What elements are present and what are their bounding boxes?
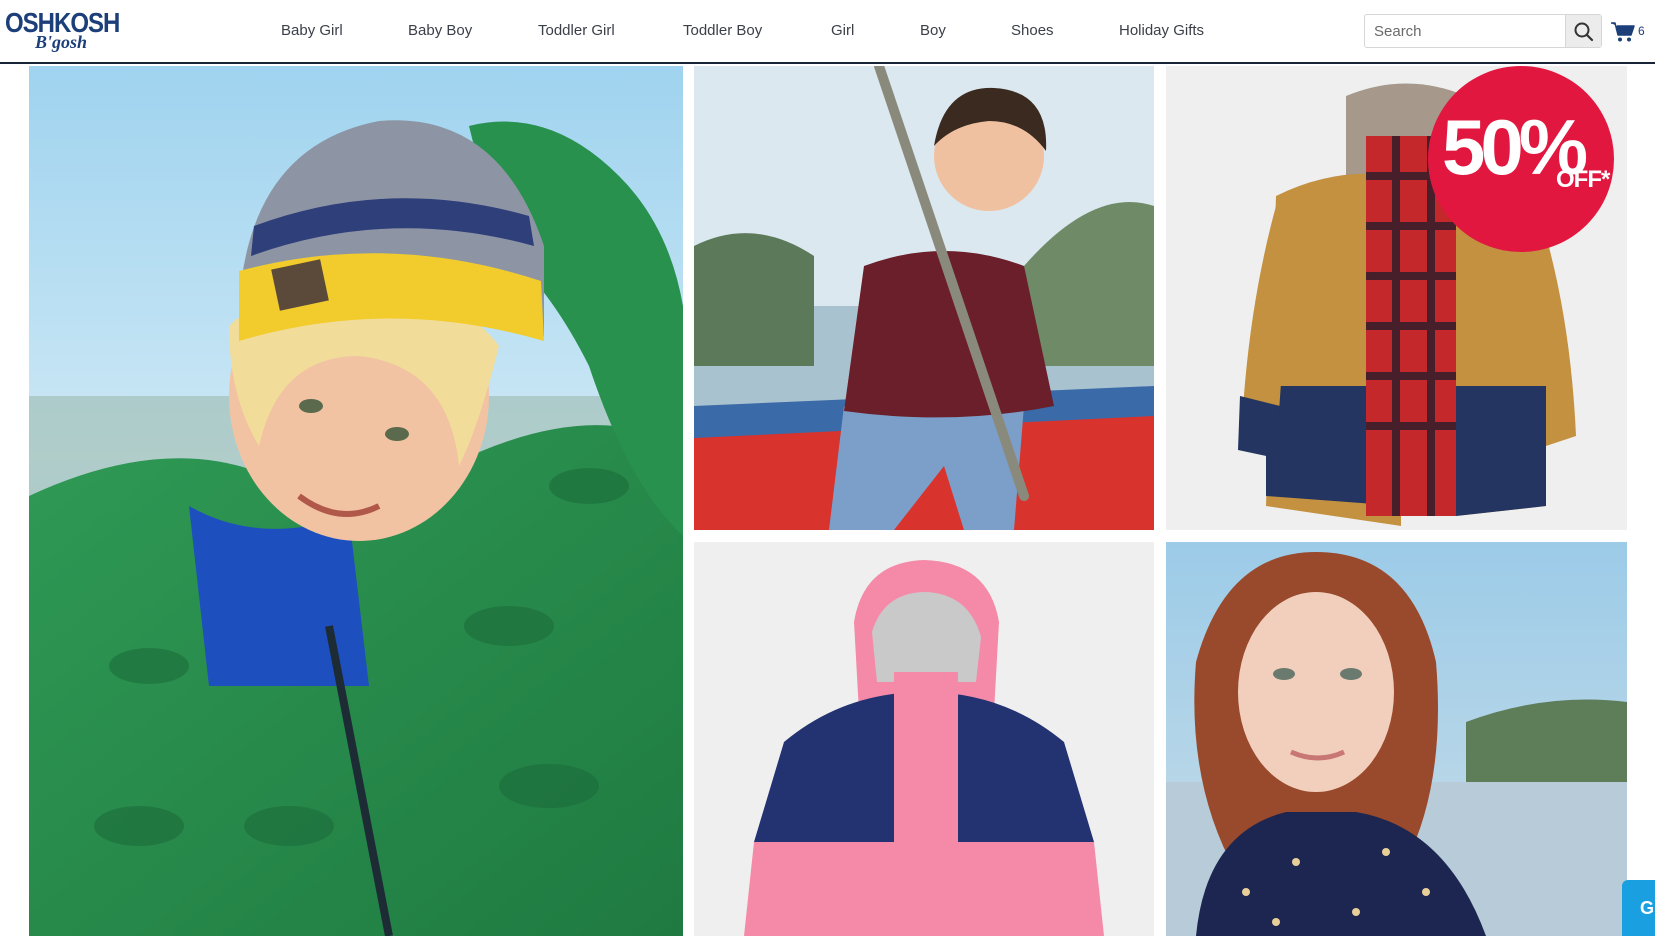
boy-boat-photo bbox=[694, 66, 1154, 530]
cart-icon bbox=[1611, 22, 1635, 42]
nav-toddler-girl[interactable]: Toddler Girl bbox=[538, 22, 615, 39]
image-boy-maroon-parka[interactable] bbox=[694, 66, 1154, 530]
nav-baby-boy[interactable]: Baby Boy bbox=[408, 22, 472, 39]
nav-baby-girl[interactable]: Baby Girl bbox=[281, 22, 343, 39]
main-nav: Baby Girl Baby Boy Toddler Girl Toddler … bbox=[0, 0, 1260, 64]
image-pink-navy-jacket-product[interactable] bbox=[694, 542, 1154, 936]
site-header: OSHKOSH B'gosh Baby Girl Baby Boy Toddle… bbox=[0, 0, 1655, 64]
nav-girl[interactable]: Girl bbox=[831, 22, 854, 39]
search-input[interactable] bbox=[1365, 15, 1565, 47]
nav-toddler-boy[interactable]: Toddler Boy bbox=[683, 22, 762, 39]
search-box bbox=[1364, 14, 1602, 48]
nav-holiday-gifts[interactable]: Holiday Gifts bbox=[1119, 22, 1204, 39]
chat-tab-label: G bbox=[1640, 898, 1655, 918]
image-girl-navy-jacket[interactable] bbox=[1166, 542, 1627, 936]
cart-count: 6 bbox=[1638, 24, 1645, 38]
cart-button[interactable]: 6 bbox=[1610, 20, 1652, 44]
pink-jacket-photo bbox=[694, 542, 1154, 936]
chat-tab[interactable]: G bbox=[1622, 880, 1655, 936]
image-parka-product-sale[interactable]: 50% OFF* bbox=[1166, 66, 1627, 530]
search-button[interactable] bbox=[1565, 15, 1601, 47]
nav-shoes[interactable]: Shoes bbox=[1011, 22, 1054, 39]
hero-image-boy-green-jacket[interactable] bbox=[29, 66, 683, 936]
search-icon bbox=[1574, 22, 1594, 42]
hero-photo bbox=[29, 66, 683, 936]
sale-badge: 50% OFF* bbox=[1428, 66, 1614, 252]
sale-off-label: OFF* bbox=[1556, 166, 1610, 193]
girl-photo bbox=[1166, 542, 1627, 936]
nav-boy[interactable]: Boy bbox=[920, 22, 946, 39]
